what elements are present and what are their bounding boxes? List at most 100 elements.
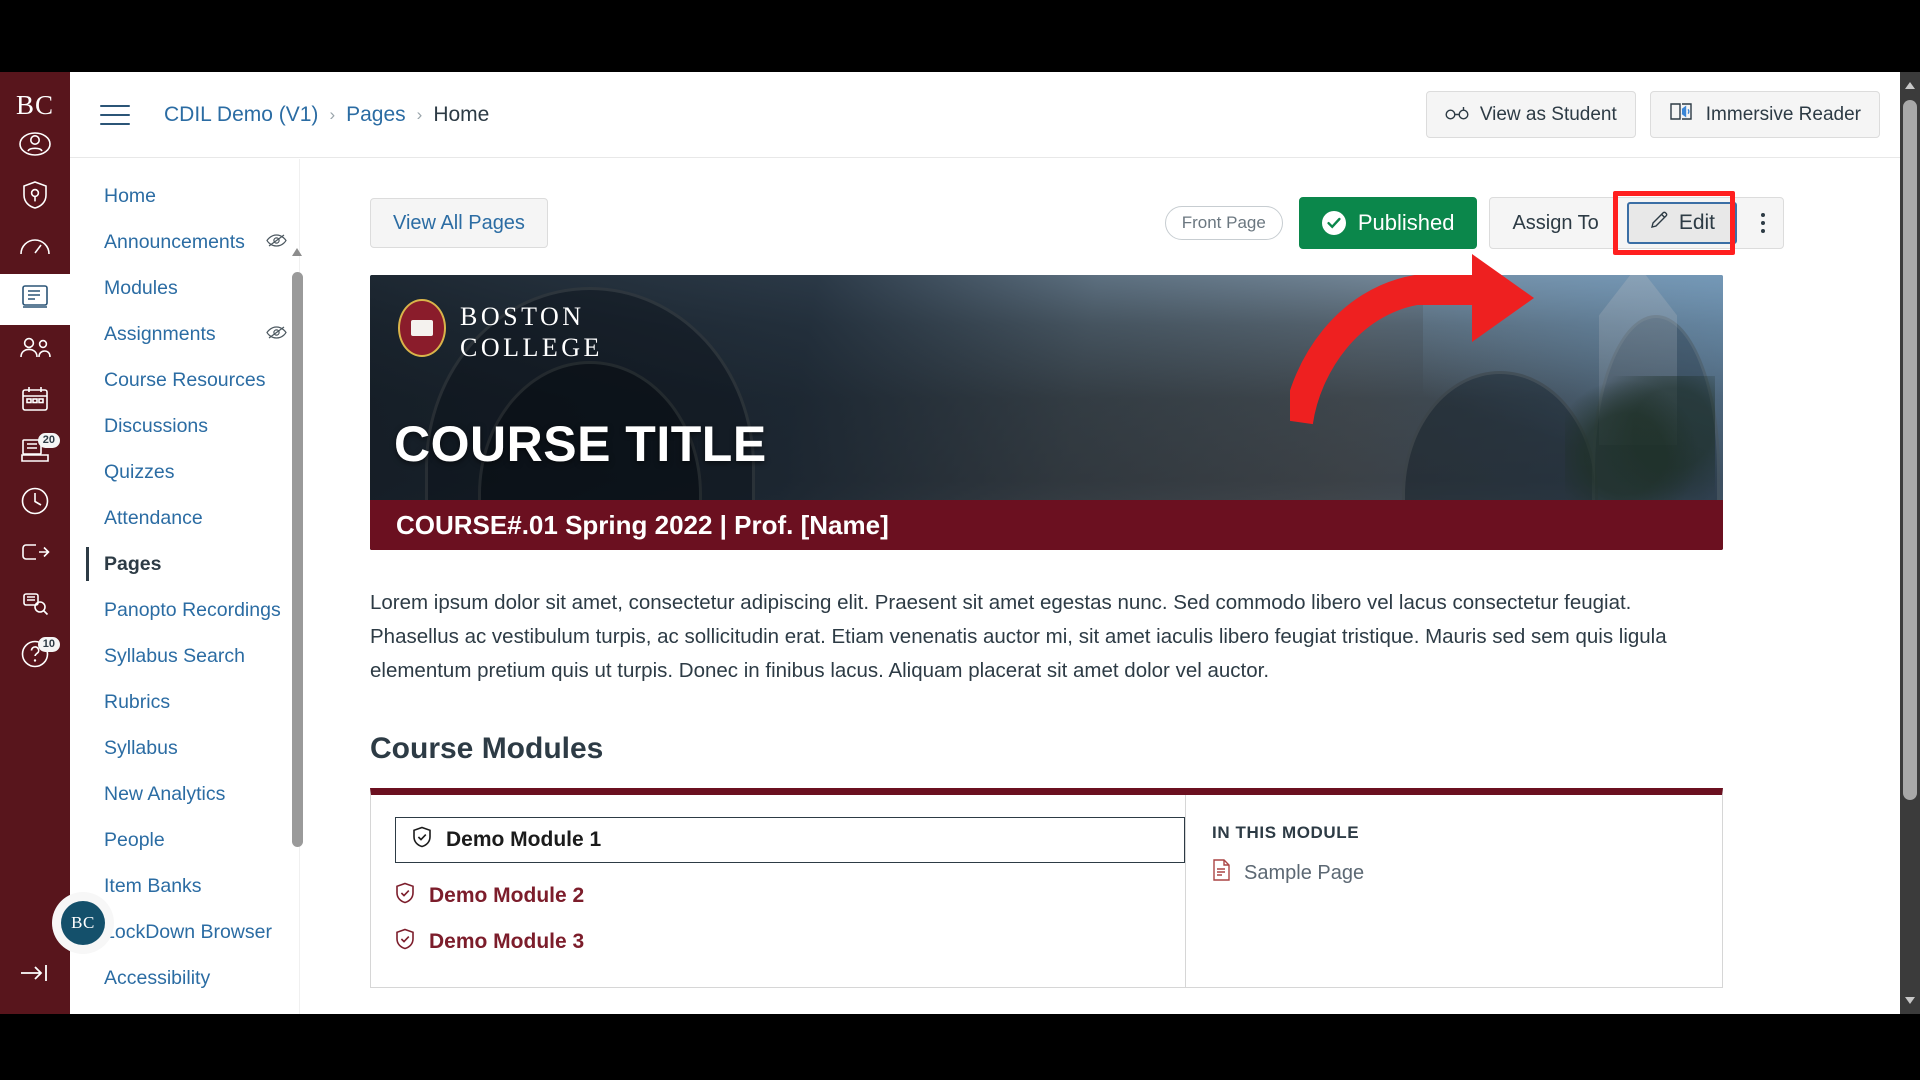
gnav-studio[interactable] [0, 580, 70, 631]
browser-viewport: BC 20 10 BC CDIL Demo (V1) › Pages › Hom… [0, 72, 1920, 1014]
scrollbar-thumb[interactable] [292, 272, 303, 847]
letterbox-top [0, 0, 1920, 72]
gnav-help[interactable]: 10 [0, 631, 70, 682]
module-row[interactable]: Demo Module 2 [371, 873, 1185, 919]
cnav-label: Assignments [104, 322, 216, 345]
cnav-label: Accessibility [104, 966, 211, 989]
gnav-groups[interactable] [0, 325, 70, 376]
cnav-modules[interactable]: Modules [70, 265, 299, 311]
hamburger-icon[interactable] [100, 102, 130, 128]
breadcrumb-pages[interactable]: Pages [346, 103, 406, 127]
hidden-eye-icon [266, 323, 287, 346]
view-as-student-label: View as Student [1479, 103, 1617, 125]
cnav-discussions[interactable]: Discussions [70, 403, 299, 449]
cnav-label: Announcements [104, 230, 245, 253]
cnav-panopto-recordings[interactable]: Panopto Recordings [70, 587, 299, 633]
clock-icon [20, 486, 50, 521]
check-circle-icon [1321, 211, 1346, 235]
cnav-people[interactable]: People [70, 817, 299, 863]
collapse-nav-button[interactable] [19, 963, 51, 988]
cnav-attendance[interactable]: Attendance [70, 495, 299, 541]
seal-book-icon [411, 320, 433, 336]
browser-scrollbar-thumb[interactable] [1903, 100, 1917, 800]
immersive-reader-button[interactable]: Immersive Reader [1649, 91, 1880, 138]
gnav-admin[interactable] [0, 172, 70, 223]
cnav-pages[interactable]: Pages [70, 541, 299, 587]
module-page-label: Sample Page [1244, 861, 1365, 884]
banner-course-meta: COURSE#.01 Spring 2022 | Prof. [Name] [370, 500, 1723, 550]
studio-icon [20, 590, 50, 621]
course-modules-heading: Course Modules [370, 732, 604, 765]
inbox-badge: 20 [37, 433, 60, 448]
cnav-label: Syllabus [104, 736, 178, 759]
course-nav-scrollbar[interactable] [292, 248, 303, 938]
cnav-rubrics[interactable]: Rubrics [70, 679, 299, 725]
scroll-up-arrow-icon[interactable] [1905, 82, 1915, 89]
module-label: Demo Module 3 [429, 930, 585, 953]
bc-seal-icon [398, 299, 446, 357]
immersive-reader-label: Immersive Reader [1705, 103, 1861, 125]
view-all-pages-button[interactable]: View All Pages [370, 198, 548, 248]
cnav-syllabus[interactable]: Syllabus [70, 725, 299, 771]
edit-button-group: Assign To Edit [1489, 191, 1784, 255]
gnav-commons[interactable] [0, 529, 70, 580]
gnav-calendar[interactable] [0, 376, 70, 427]
shield-check-icon [412, 826, 432, 854]
more-options-button[interactable] [1743, 198, 1783, 248]
gnav-history[interactable] [0, 478, 70, 529]
cnav-syllabus-search[interactable]: Syllabus Search [70, 633, 299, 679]
module-row[interactable]: Demo Module 3 [371, 919, 1185, 965]
course-modules-card: Demo Module 1 Demo Module 2 Demo Module … [370, 788, 1723, 988]
module-row[interactable]: Demo Module 1 [395, 817, 1185, 863]
in-this-module-panel: IN THIS MODULE Sample Page [1186, 795, 1722, 987]
breadcrumb-home[interactable]: Home [433, 103, 489, 127]
cnav-new-analytics[interactable]: New Analytics [70, 771, 299, 817]
gnav-courses[interactable] [0, 274, 70, 325]
edit-button[interactable]: Edit [1626, 202, 1737, 244]
hidden-eye-icon [266, 231, 287, 254]
cnav-label: New Analytics [104, 782, 226, 805]
in-this-module-label: IN THIS MODULE [1212, 823, 1360, 842]
cnav-assignments[interactable]: Assignments [70, 311, 299, 357]
shield-key-icon [21, 180, 49, 215]
cnav-announcements[interactable]: Announcements [70, 219, 299, 265]
help-badge: 10 [37, 637, 60, 652]
bc-logo[interactable]: BC [16, 90, 54, 121]
letterbox-bottom [0, 1014, 1920, 1080]
scroll-down-arrow-icon[interactable] [1905, 997, 1915, 1004]
cnav-course-resources[interactable]: Course Resources [70, 357, 299, 403]
export-icon [20, 541, 50, 568]
published-button[interactable]: Published [1298, 197, 1478, 249]
header-actions: View as Student Immersive Reader [1425, 91, 1880, 138]
assign-to-button[interactable]: Assign To [1490, 198, 1620, 248]
cnav-quizzes[interactable]: Quizzes [70, 449, 299, 495]
edit-label: Edit [1678, 211, 1715, 234]
cnav-label: Course Resources [104, 368, 266, 391]
breadcrumb-course[interactable]: CDIL Demo (V1) [164, 103, 318, 127]
cnav-label: Home [104, 184, 157, 207]
kebab-dot [1761, 213, 1765, 217]
cnav-label: Discussions [104, 414, 209, 437]
breadcrumb-separator: › [416, 104, 423, 124]
cnav-home[interactable]: Home [70, 173, 299, 219]
eyeglasses-icon [1445, 104, 1469, 126]
gnav-dashboard[interactable] [0, 223, 70, 274]
browser-scrollbar[interactable] [1900, 72, 1920, 1014]
institution-line-2: COLLEGE [460, 333, 603, 362]
cnav-label: LockDown Browser [104, 920, 272, 943]
view-as-student-button[interactable]: View as Student [1425, 91, 1636, 138]
page-content: View All Pages Front Page Published Assi… [300, 159, 1844, 1014]
avatar[interactable]: BC [52, 892, 114, 954]
immersive-reader-icon [1669, 101, 1695, 129]
course-banner: BOSTON COLLEGE COURSE TITLE COURSE#.01 S… [370, 275, 1723, 550]
bc-wordmark: BOSTON COLLEGE [460, 301, 603, 363]
avatar-initials: BC [61, 901, 105, 945]
global-navigation: BC 20 10 [0, 72, 70, 1014]
module-page-link[interactable]: Sample Page [1212, 859, 1696, 887]
gnav-account[interactable] [0, 121, 70, 172]
cnav-accessibility[interactable]: Accessibility [70, 955, 299, 1001]
gnav-inbox[interactable]: 20 [0, 427, 70, 478]
calendar-icon [21, 386, 49, 417]
edit-button-wrapper: Edit [1612, 191, 1743, 255]
scroll-up-arrow-icon[interactable] [292, 248, 302, 256]
